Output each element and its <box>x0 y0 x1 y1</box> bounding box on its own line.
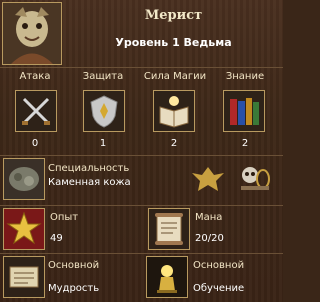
learning-icon <box>147 257 187 297</box>
specialty-icon <box>4 159 44 199</box>
mana-scroll-icon <box>149 209 189 249</box>
wisdom-icon <box>4 257 44 297</box>
defense-stat[interactable] <box>83 90 125 132</box>
divider <box>0 205 283 206</box>
stat-value-attack: 0 <box>31 138 39 149</box>
divider <box>0 67 283 68</box>
experience-star-icon <box>4 209 44 249</box>
stat-label-attack: Атака <box>19 71 51 82</box>
stat-value-defense: 1 <box>99 138 107 149</box>
spellpower-icon <box>154 91 194 131</box>
experience-value: 49 <box>50 233 63 244</box>
knowledge-stat[interactable] <box>223 90 265 132</box>
skill-name-learning: Обучение <box>193 283 245 294</box>
hero-name: Мерист <box>144 8 203 23</box>
stat-label-knowledge: Знание <box>225 71 265 82</box>
skill-slot-wisdom[interactable] <box>3 256 45 298</box>
mana-value: 20/20 <box>195 233 224 244</box>
attack-icon <box>16 91 56 131</box>
skill-slot-learning[interactable] <box>146 256 188 298</box>
stat-label-defense: Защита <box>82 71 124 82</box>
experience-slot[interactable] <box>3 208 45 250</box>
hero-portrait[interactable] <box>2 2 62 65</box>
divider <box>0 253 283 254</box>
divider <box>0 155 283 156</box>
defense-icon <box>84 91 124 131</box>
skull-icon <box>241 167 270 190</box>
experience-label: Опыт <box>50 212 79 223</box>
spellpower-stat[interactable] <box>153 90 195 132</box>
specialty-label: Специальность <box>48 163 130 174</box>
attack-stat[interactable] <box>15 90 57 132</box>
mana-slot[interactable] <box>148 208 190 250</box>
specialty-slot[interactable] <box>3 158 45 200</box>
mana-label: Мана <box>195 212 223 223</box>
stat-value-spellpower: 2 <box>170 138 178 149</box>
hero-level: Уровень 1 Ведьма <box>115 36 232 49</box>
specialty-value: Каменная кожа <box>48 177 131 188</box>
hero-portrait-image <box>3 3 61 64</box>
artifacts-slot[interactable] <box>234 158 276 200</box>
skill-name-wisdom: Мудрость <box>48 283 100 294</box>
stat-label-spellpower: Сила Магии <box>143 71 207 82</box>
flag-slot[interactable] <box>187 158 229 200</box>
skill-level-wisdom: Основной <box>48 260 100 271</box>
eagle-flag-icon <box>192 167 224 191</box>
stat-value-knowledge: 2 <box>241 138 249 149</box>
skill-level-learning: Основной <box>193 260 245 271</box>
knowledge-icon <box>224 91 264 131</box>
